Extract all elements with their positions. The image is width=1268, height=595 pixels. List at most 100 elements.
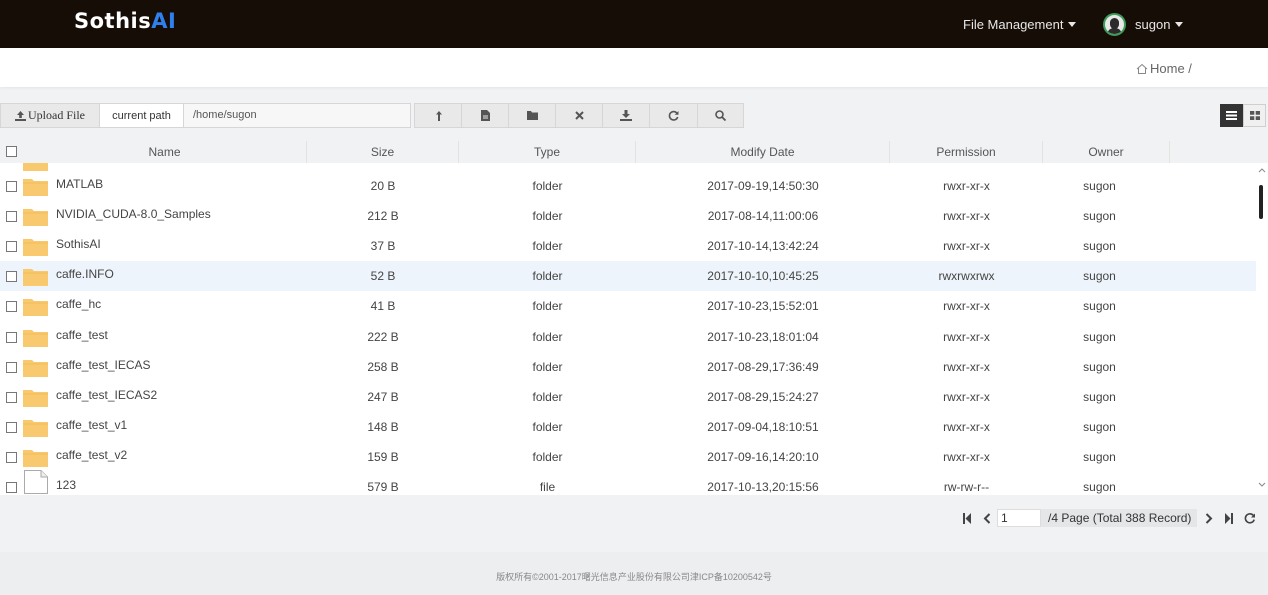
row-checkbox[interactable] bbox=[6, 361, 17, 373]
select-all-checkbox[interactable] bbox=[6, 146, 17, 157]
new-folder-button[interactable] bbox=[508, 103, 556, 128]
avatar[interactable] bbox=[1103, 13, 1126, 36]
chevron-down-icon bbox=[1175, 22, 1184, 27]
search-button[interactable] bbox=[697, 103, 744, 128]
file-name[interactable]: caffe_test_IECAS2 bbox=[56, 380, 157, 410]
table-row[interactable]: SothisAI 37 B folder 2017-10-14,13:42:24 rwx… bbox=[0, 231, 1256, 261]
modify-date: 2017-08-14,11:00:06 bbox=[707, 209, 819, 224]
file-name[interactable]: caffe_test bbox=[56, 320, 108, 350]
row-checkbox[interactable] bbox=[6, 271, 17, 283]
column-size[interactable]: Size bbox=[307, 141, 459, 163]
file-size: 247 B bbox=[367, 389, 399, 404]
refresh-button[interactable] bbox=[649, 103, 698, 128]
current-path-input[interactable]: /home/sugon bbox=[183, 103, 411, 128]
file-name[interactable]: caffe_test_v2 bbox=[56, 440, 127, 470]
owner: sugon bbox=[1083, 269, 1116, 284]
file-name[interactable]: MATLAB bbox=[56, 169, 103, 199]
first-page-button[interactable] bbox=[959, 509, 974, 527]
file-type: folder bbox=[532, 449, 563, 464]
table-row[interactable]: caffe.INFO 52 B folder 2017-10-10,10:45:25 r… bbox=[0, 259, 1256, 292]
column-type[interactable]: Type bbox=[459, 141, 636, 163]
column-name[interactable]: Name bbox=[23, 141, 307, 163]
row-checkbox[interactable] bbox=[6, 181, 17, 192]
row-checkbox[interactable] bbox=[6, 451, 17, 463]
file-name[interactable]: caffe_test_v1 bbox=[56, 410, 127, 440]
file-name[interactable]: 123 bbox=[56, 470, 76, 495]
table-row[interactable]: NVIDIA_CUDA-8.0_Samples 212 B folder 2017-0… bbox=[0, 201, 1256, 231]
folder-icon bbox=[23, 209, 48, 227]
row-checkbox[interactable] bbox=[6, 391, 17, 403]
grid-view-button[interactable] bbox=[1243, 104, 1266, 127]
owner: sugon bbox=[1083, 299, 1116, 314]
last-page-button[interactable] bbox=[1221, 509, 1236, 527]
file-name[interactable]: caffe_test_IECAS bbox=[56, 350, 151, 380]
grid-view-icon bbox=[1249, 111, 1260, 120]
permission: rw-rw-r-- bbox=[943, 480, 990, 494]
file-size: 37 B bbox=[370, 239, 396, 254]
table-header: Name Size Type Modify Date Permission Ow… bbox=[0, 141, 1268, 163]
row-checkbox[interactable] bbox=[6, 241, 17, 253]
table-row[interactable]: caffe_test_IECAS 258 B folder 2017-08-29,17… bbox=[0, 352, 1256, 382]
file-type: folder bbox=[532, 209, 563, 224]
row-checkbox[interactable] bbox=[6, 301, 17, 313]
search-icon bbox=[715, 110, 726, 121]
file-name[interactable]: SothisAI bbox=[56, 229, 101, 259]
user-menu[interactable]: sugon bbox=[1135, 17, 1184, 32]
column-permission[interactable]: Permission bbox=[890, 141, 1043, 163]
folder-icon bbox=[23, 299, 48, 317]
folder-icon bbox=[23, 419, 48, 437]
file-size: 579 B bbox=[367, 480, 399, 494]
row-checkbox[interactable] bbox=[6, 482, 17, 493]
table-row[interactable]: caffe_hc 41 B folder 2017-10-23,15:52:01 rwx… bbox=[0, 291, 1256, 321]
first-page-icon bbox=[962, 512, 971, 524]
up-directory-button[interactable] bbox=[414, 103, 462, 128]
row-checkbox[interactable] bbox=[6, 421, 17, 433]
file-size: 148 B bbox=[367, 419, 399, 434]
previous-page-button[interactable] bbox=[979, 509, 994, 527]
permission: rwxr-xr-x bbox=[943, 419, 990, 434]
delete-button[interactable] bbox=[555, 103, 603, 128]
next-page-button[interactable] bbox=[1201, 509, 1216, 527]
chevron-left-icon bbox=[983, 512, 990, 524]
folder-icon bbox=[23, 359, 48, 377]
file-management-menu[interactable]: File Management bbox=[963, 17, 1077, 32]
new-file-button[interactable] bbox=[461, 103, 509, 128]
refresh-page-button[interactable] bbox=[1242, 509, 1257, 527]
scrollbar-thumb[interactable] bbox=[1259, 185, 1263, 219]
file-type: folder bbox=[532, 269, 563, 284]
scrollbar[interactable] bbox=[1256, 163, 1268, 495]
column-modify-date[interactable]: Modify Date bbox=[636, 141, 890, 163]
owner: sugon bbox=[1083, 419, 1116, 434]
file-type: folder bbox=[532, 329, 563, 344]
table-row[interactable]: MATLAB 20 B folder 2017-09-19,14:50:30 rwxr-… bbox=[0, 171, 1256, 201]
table-row[interactable]: caffe_test 222 B folder 2017-10-23,18:01:04… bbox=[0, 322, 1256, 352]
list-view-button[interactable] bbox=[1220, 104, 1243, 127]
file-type: file bbox=[539, 480, 556, 494]
table-row[interactable]: caffe_test_IECAS2 247 B folder 2017-08-29,1… bbox=[0, 382, 1256, 412]
download-button[interactable] bbox=[602, 103, 650, 128]
logo[interactable]: SothisAI bbox=[74, 9, 176, 33]
file-name[interactable]: NVIDIA_CUDA-8.0_Samples bbox=[56, 199, 211, 229]
row-checkbox[interactable] bbox=[6, 331, 17, 343]
breadcrumb[interactable]: Home / bbox=[1136, 61, 1192, 76]
download-icon bbox=[620, 110, 632, 121]
owner: sugon bbox=[1083, 209, 1116, 224]
row-checkbox[interactable] bbox=[6, 211, 17, 223]
table-row[interactable]: 123 579 B file 2017-10-13,20:15:56 rw-rw-r--… bbox=[0, 470, 1256, 495]
file-name[interactable]: caffe_hc bbox=[56, 289, 101, 319]
page-number-input[interactable]: 1 bbox=[997, 509, 1041, 527]
column-owner[interactable]: Owner bbox=[1043, 141, 1170, 163]
file-size: 212 B bbox=[367, 209, 399, 224]
logo-accent-text: AI bbox=[151, 9, 177, 33]
refresh-icon bbox=[1244, 513, 1255, 524]
owner: sugon bbox=[1083, 179, 1116, 193]
modify-date: 2017-10-23,15:52:01 bbox=[707, 299, 819, 314]
scroll-down-icon bbox=[1258, 482, 1266, 487]
file-management-label: File Management bbox=[963, 17, 1064, 32]
table-row[interactable]: caffe_test_v1 148 B folder 2017-09-04,18:10… bbox=[0, 412, 1256, 442]
file-size: 159 B bbox=[367, 449, 399, 464]
file-icon bbox=[24, 470, 48, 494]
file-name[interactable]: caffe.INFO bbox=[56, 259, 114, 289]
upload-file-button[interactable]: Upload File bbox=[0, 103, 100, 128]
table-row[interactable]: caffe_test_v2 159 B folder 2017-09-16,14:20… bbox=[0, 442, 1256, 472]
